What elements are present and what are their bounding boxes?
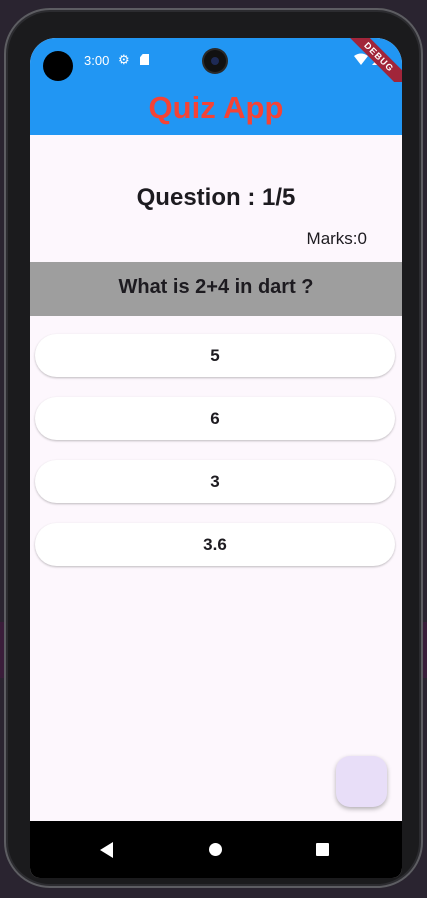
status-time: 3:00 <box>84 53 110 68</box>
wifi-icon <box>354 53 368 65</box>
recents-icon[interactable] <box>316 843 329 856</box>
question-counter: Question : 1/5 <box>136 184 296 211</box>
answer-options: 5 6 3 3.6 <box>35 334 395 586</box>
phone-frame: 3:00 ⚙ DEBUG Quiz App Question : 1/5 Mar… <box>4 8 423 888</box>
app-title: Quiz App <box>148 90 284 125</box>
settings-gear-icon: ⚙ <box>118 52 130 67</box>
option-button-4[interactable]: 3.6 <box>35 523 395 566</box>
option-button-2[interactable]: 6 <box>35 397 395 440</box>
navigation-bar <box>30 821 402 878</box>
front-camera-cutout <box>43 51 73 81</box>
status-bar: 3:00 ⚙ DEBUG <box>30 38 402 94</box>
app-screen: 3:00 ⚙ DEBUG Quiz App Question : 1/5 Mar… <box>30 38 402 878</box>
option-button-3[interactable]: 3 <box>35 460 395 503</box>
camera-icon <box>204 50 226 72</box>
floating-action-button[interactable] <box>336 756 387 807</box>
question-text: What is 2+4 in dart ? <box>118 276 314 298</box>
marks-label: Marks:0 <box>306 229 367 248</box>
sd-card-icon <box>140 54 149 65</box>
back-icon[interactable] <box>100 842 113 858</box>
option-button-1[interactable]: 5 <box>35 334 395 377</box>
home-icon[interactable] <box>209 843 222 856</box>
app-bar: Quiz App <box>30 82 402 135</box>
question-banner: What is 2+4 in dart ? <box>30 262 402 316</box>
